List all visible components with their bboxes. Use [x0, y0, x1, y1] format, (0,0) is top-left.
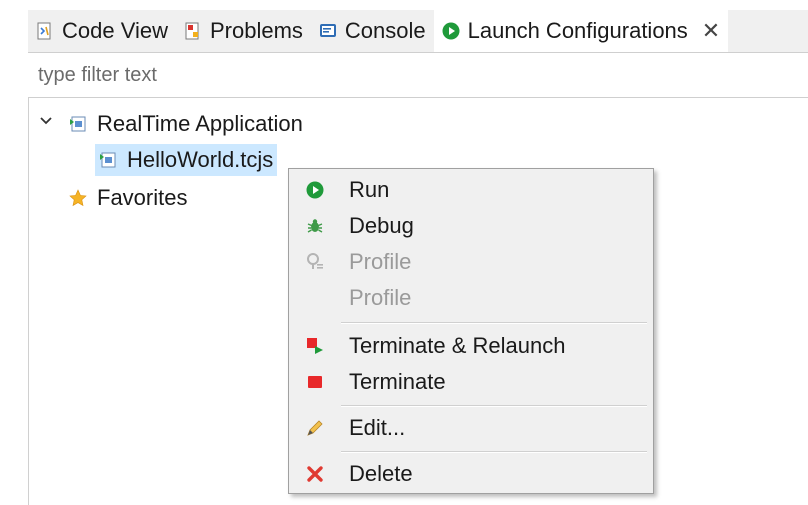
profile-icon	[303, 250, 327, 274]
menu-item-run[interactable]: Run	[289, 173, 653, 207]
menu-item-label: Terminate & Relaunch	[349, 333, 566, 358]
menu-item-label: Profile	[349, 285, 412, 310]
filter-input[interactable]	[38, 61, 798, 89]
console-icon	[317, 20, 339, 42]
menu-item-terminate-relaunch[interactable]: Terminate & Relaunch	[289, 329, 653, 363]
menu-separator	[341, 405, 647, 407]
tree-item-helloworld[interactable]: HelloWorld.tcjs	[95, 144, 278, 176]
star-icon	[67, 187, 89, 209]
debug-bug-icon	[303, 214, 327, 238]
menu-item-label: Terminate	[349, 369, 446, 394]
menu-item-label: Run	[349, 177, 390, 202]
tab-launch-configurations[interactable]: Launch Configurations ✕	[433, 10, 729, 52]
tab-label: Problems	[210, 18, 303, 43]
menu-item-label: Debug	[349, 213, 414, 238]
menu-item-label: Profile	[349, 249, 412, 274]
code-view-icon	[34, 20, 56, 42]
menu-separator	[341, 322, 647, 324]
tab-console[interactable]: Console	[311, 10, 434, 52]
stop-icon	[303, 370, 327, 394]
menu-item-profile[interactable]: Profile	[289, 245, 653, 279]
chevron-down-icon[interactable]	[39, 114, 53, 133]
tree-item-label: HelloWorld.tcjs	[127, 147, 274, 172]
tab-label: Code View	[62, 18, 168, 43]
menu-item-delete[interactable]: Delete	[289, 457, 653, 491]
tree-item-realtime-application[interactable]: RealTime Application	[67, 110, 303, 138]
menu-separator	[341, 451, 647, 453]
tab-code-view[interactable]: Code View	[28, 10, 176, 52]
launch-configurations-icon	[440, 20, 462, 42]
launch-type-icon	[67, 113, 89, 135]
launch-config-icon	[97, 149, 119, 171]
menu-item-debug[interactable]: Debug	[289, 209, 653, 243]
run-icon	[303, 178, 327, 202]
tab-problems[interactable]: Problems	[176, 10, 311, 52]
filter-bar	[28, 52, 808, 98]
close-icon[interactable]: ✕	[702, 18, 720, 44]
menu-item-label: Delete	[349, 461, 413, 486]
pencil-icon	[303, 416, 327, 440]
terminate-relaunch-icon	[303, 334, 327, 358]
menu-item-label: Edit...	[349, 415, 406, 440]
tree-item-label: RealTime Application	[97, 111, 303, 136]
context-menu: Run Debug Profile Profile Terminate & Re…	[288, 168, 654, 494]
menu-item-terminate[interactable]: Terminate	[289, 365, 653, 399]
problems-icon	[182, 20, 204, 42]
tree-item-favorites[interactable]: Favorites	[67, 184, 187, 212]
delete-x-icon	[303, 462, 327, 486]
tab-label: Launch Configurations	[467, 18, 688, 43]
tab-label: Console	[344, 18, 426, 43]
tree-item-label: Favorites	[97, 185, 188, 210]
view-tab-bar: Code View Problems Console Launch Config…	[28, 10, 808, 52]
menu-item-edit[interactable]: Edit...	[289, 411, 653, 445]
menu-item-profile-configurations[interactable]: Profile	[289, 281, 653, 315]
